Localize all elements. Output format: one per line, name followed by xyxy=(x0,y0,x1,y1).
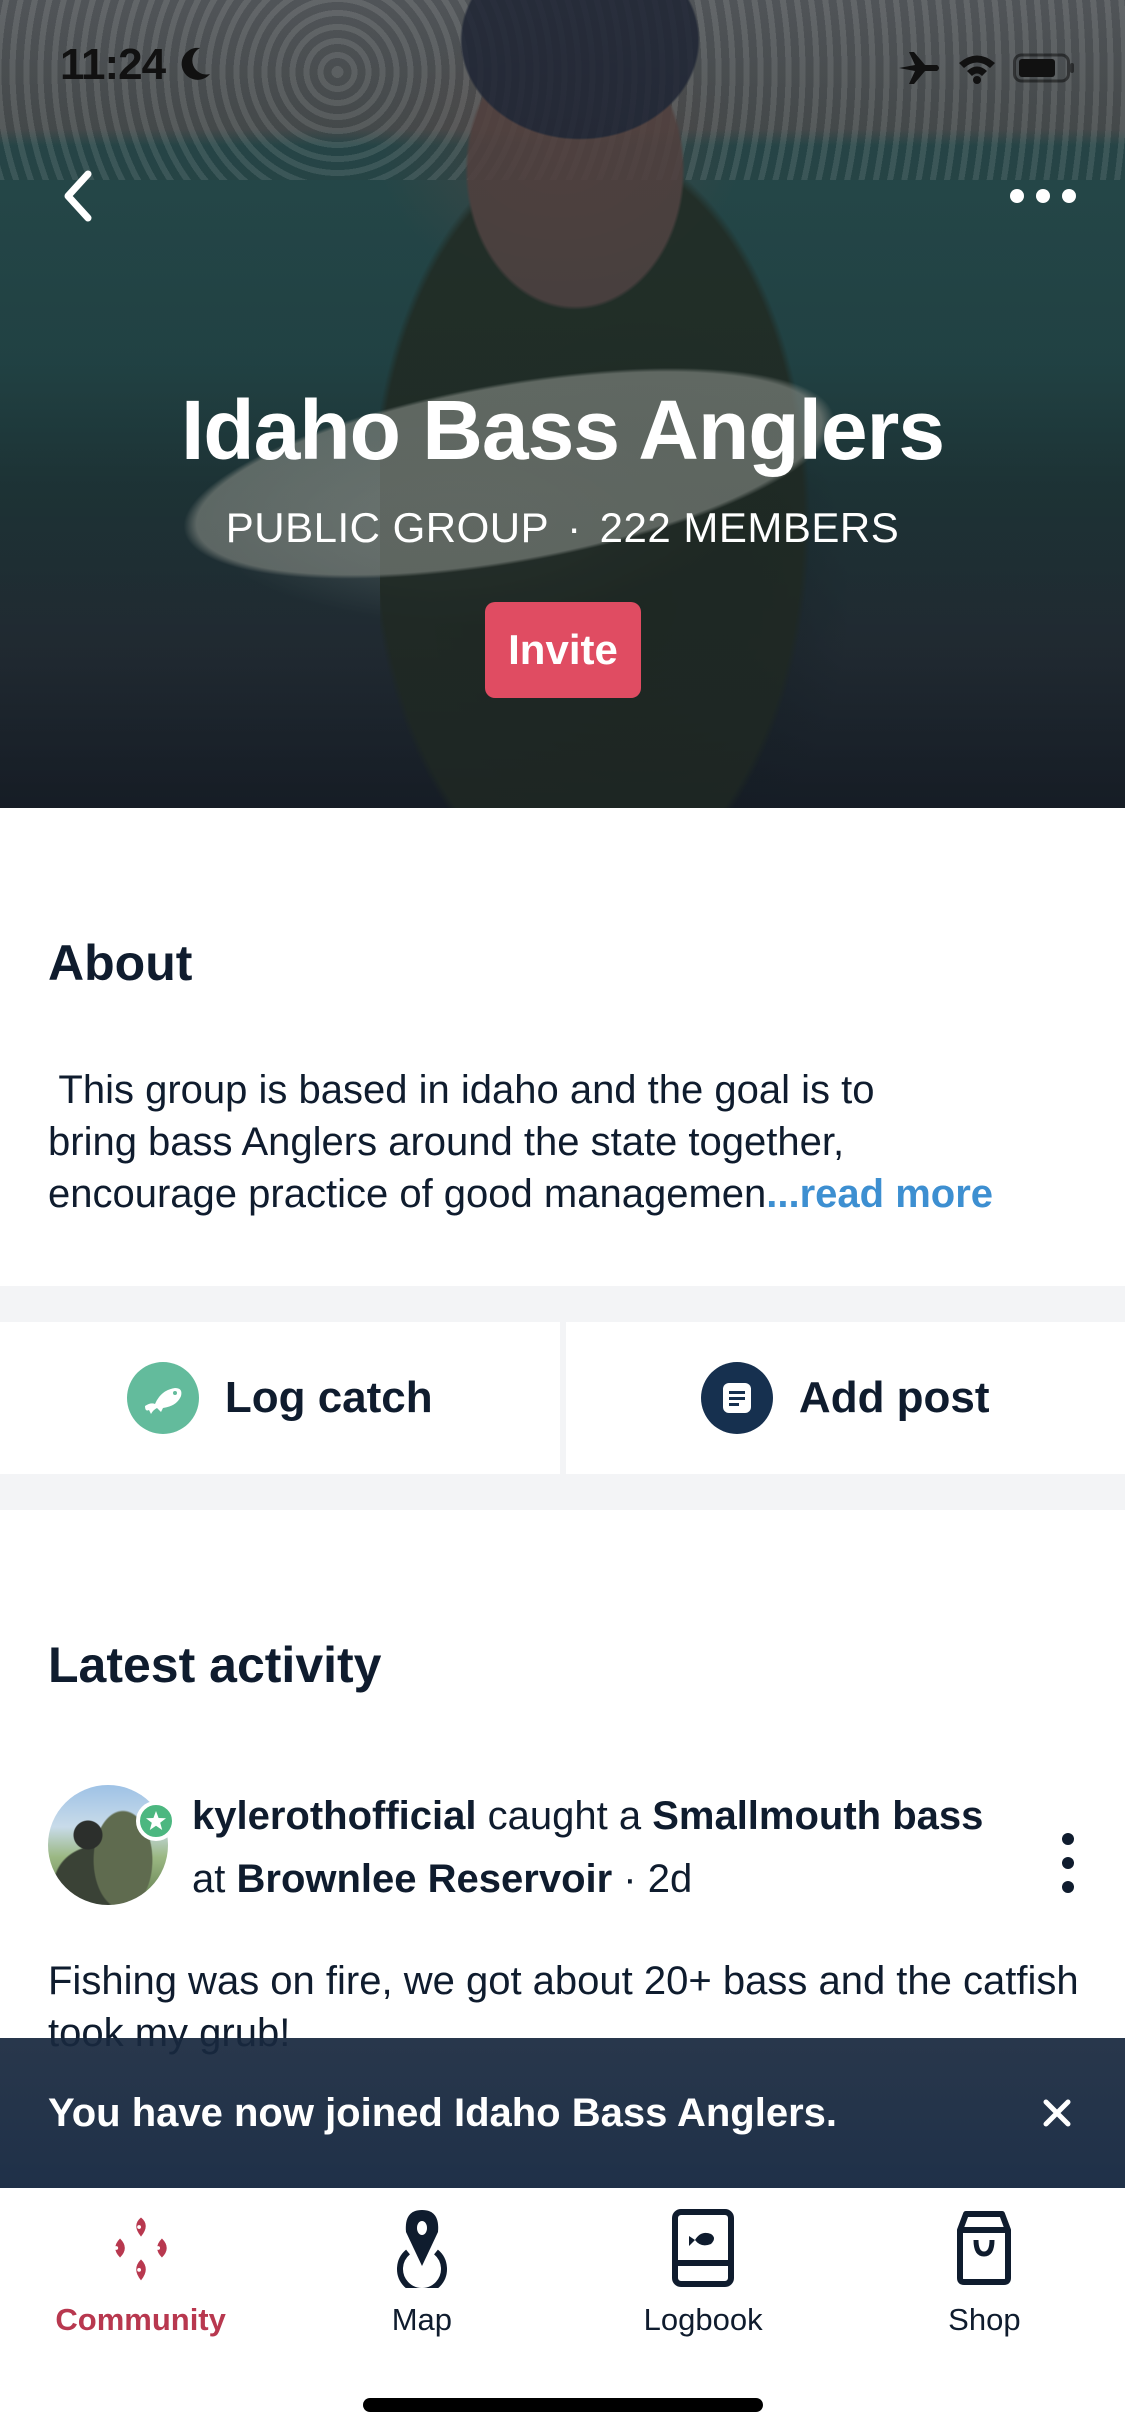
latest-activity-title: Latest activity xyxy=(48,1637,382,1693)
add-post-button[interactable]: Add post xyxy=(565,1322,1125,1474)
community-icon xyxy=(101,2208,181,2288)
latest-activity-section: Latest activity kylerothofficial caught … xyxy=(0,1510,1125,2055)
invite-button[interactable]: Invite xyxy=(485,602,641,698)
tab-community[interactable]: Community xyxy=(0,2208,281,2348)
about-title: About xyxy=(48,935,193,991)
add-post-label: Add post xyxy=(798,1373,990,1422)
tab-label: Map xyxy=(391,2302,453,2337)
tab-logbook[interactable]: Logbook xyxy=(563,2208,844,2348)
moon-icon xyxy=(181,47,210,80)
cover-fish xyxy=(137,320,863,640)
battery-icon xyxy=(1013,53,1074,83)
about-description: This group is based in idaho and the goa… xyxy=(48,1064,1078,1220)
star-badge-icon xyxy=(136,1801,176,1841)
about-line: This group is based in idaho and the goa… xyxy=(48,1068,875,1112)
tab-shop[interactable]: Shop xyxy=(844,2208,1125,2348)
post-time: 2d xyxy=(647,1857,693,1901)
fish-icon xyxy=(126,1362,199,1434)
log-catch-button[interactable]: Log catch xyxy=(0,1322,560,1474)
location-link[interactable]: Brownlee Reservoir xyxy=(236,1857,612,1901)
tab-label: Logbook xyxy=(643,2302,763,2337)
shop-bag-icon xyxy=(944,2208,1024,2288)
activity-item: kylerothofficial caught a Smallmouth bas… xyxy=(48,1785,1088,1915)
status-time: 11:24 xyxy=(60,40,166,89)
section-divider xyxy=(0,1286,1125,1322)
meta-separator: · xyxy=(567,504,582,551)
tab-label: Community xyxy=(55,2302,226,2337)
map-pin-icon xyxy=(382,2208,462,2288)
more-vertical-icon xyxy=(1062,1833,1074,1893)
status-bar: 11:24 xyxy=(0,0,1125,132)
activity-headline: kylerothofficial caught a Smallmouth bas… xyxy=(192,1785,1012,1911)
logbook-icon xyxy=(663,2208,743,2288)
joined-toast: You have now joined Idaho Bass Anglers. xyxy=(0,2038,1125,2188)
toast-message: You have now joined Idaho Bass Anglers. xyxy=(48,2090,838,2135)
section-divider xyxy=(0,1474,1125,1510)
time-separator: · xyxy=(612,1857,648,1901)
post-options-button[interactable] xyxy=(1048,1825,1088,1905)
close-icon xyxy=(1043,2099,1071,2127)
group-member-count[interactable]: 222 MEMBERS xyxy=(600,504,900,551)
about-section: About This group is based in idaho and t… xyxy=(0,808,1125,1286)
action-buttons: Log catch Add post xyxy=(0,1322,1125,1474)
more-options-button[interactable] xyxy=(1003,176,1083,216)
about-line-text: encourage practice of good managemen xyxy=(48,1172,767,1216)
back-button[interactable] xyxy=(52,166,112,226)
airplane-icon xyxy=(899,52,939,84)
home-indicator[interactable] xyxy=(363,2398,763,2412)
bottom-tab-bar: Community Map Logbook Shop xyxy=(0,2188,1125,2436)
more-horizontal-icon xyxy=(1010,189,1076,203)
username-link[interactable]: kylerothofficial xyxy=(192,1794,477,1838)
read-more-link[interactable]: ...read more xyxy=(766,1172,993,1216)
species-link[interactable]: Smallmouth bass xyxy=(652,1794,983,1838)
group-meta: PUBLIC GROUP · 222 MEMBERS xyxy=(0,504,1125,552)
about-line: bring bass Anglers around the state toge… xyxy=(48,1120,845,1164)
status-icons xyxy=(897,50,1075,86)
group-title: Idaho Bass Anglers xyxy=(180,383,945,477)
activity-verb: at xyxy=(192,1857,237,1901)
group-privacy: PUBLIC GROUP xyxy=(225,504,550,551)
activity-verb: caught a xyxy=(476,1794,653,1838)
tab-label: Shop xyxy=(948,2302,1021,2337)
tab-map[interactable]: Map xyxy=(281,2208,562,2348)
toast-close-button[interactable] xyxy=(1037,2093,1077,2133)
chevron-left-icon xyxy=(64,170,92,222)
post-icon xyxy=(700,1362,773,1434)
log-catch-label: Log catch xyxy=(224,1373,433,1422)
wifi-icon xyxy=(959,55,995,84)
about-line: encourage practice of good managemen...r… xyxy=(48,1168,1078,1220)
